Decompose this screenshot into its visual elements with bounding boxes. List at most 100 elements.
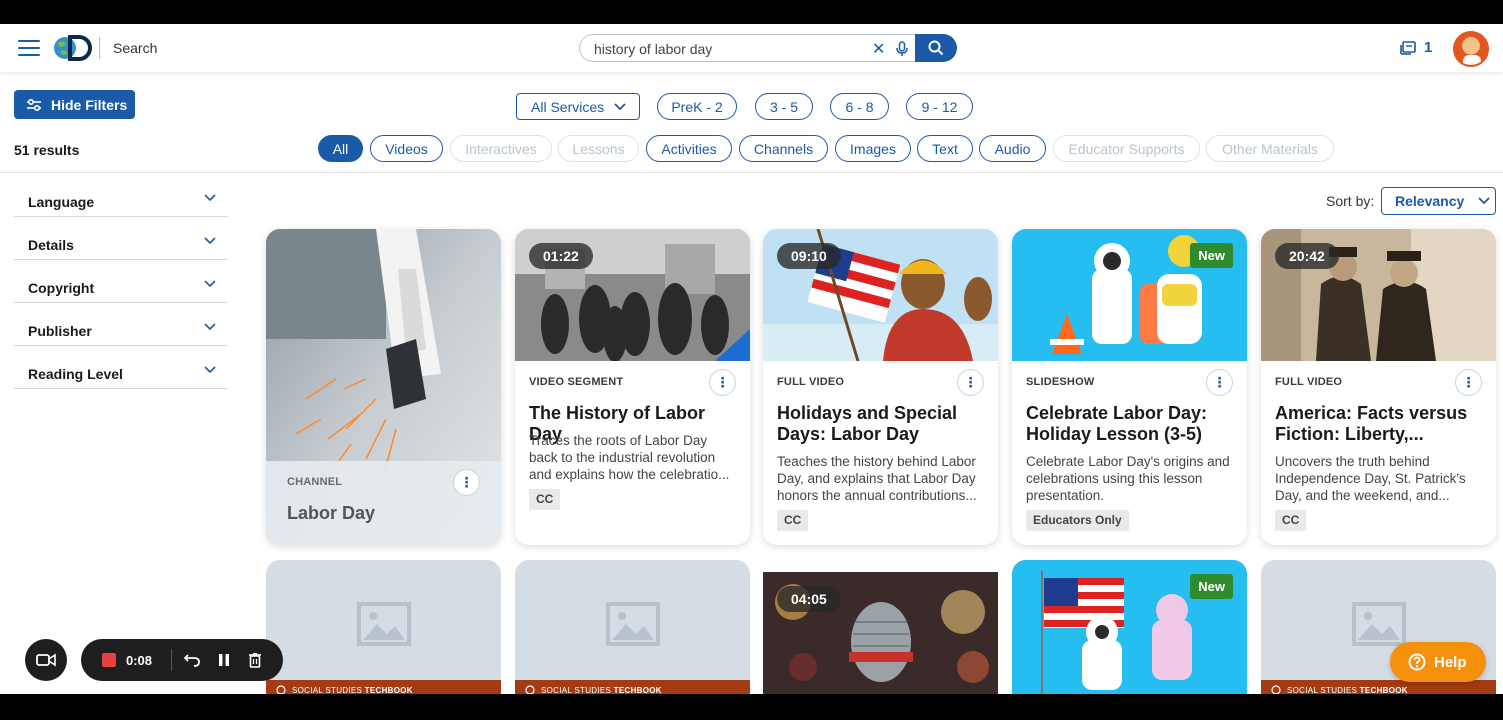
card-title[interactable]: Labor Day [287,503,497,524]
more-options-button[interactable]: ⋮ [709,369,736,396]
header-divider [99,37,100,59]
type-tab-other-materials: Other Materials [1206,135,1334,162]
type-tab-audio[interactable]: Audio [979,135,1046,162]
card-type: FULL VIDEO [1275,376,1343,388]
more-options-button[interactable]: ⋮ [957,369,984,396]
result-card-slideshow[interactable]: New SLIDESHOW ⋮ Celebrate Labor Day: Hol… [1012,229,1247,545]
chevron-down-icon [204,194,216,202]
type-tab-images[interactable]: Images [835,135,911,162]
type-tab-all[interactable]: All [318,135,363,162]
assignment-icon [1400,40,1416,55]
facet-publisher[interactable]: Publisher [14,303,228,346]
video-duration: 04:05 [777,586,841,612]
sliders-icon [27,98,41,111]
closed-captions-tag: CC [529,489,561,510]
card-title[interactable]: Celebrate Labor Day: Holiday Lesson (3-5… [1026,403,1236,445]
app-window: Search history of labor day ✕ 1 Hide Fil… [0,24,1503,694]
grade-filter-prek-2[interactable]: PreK - 2 [657,93,737,120]
type-tab-videos[interactable]: Videos [370,135,443,162]
closed-captions-tag: CC [1275,510,1307,531]
help-label: Help [1434,653,1467,671]
grade-filter-9-12[interactable]: 9 - 12 [906,93,973,120]
result-card-video-segment[interactable]: 01:22 VIDEO SEGMENT ⋮ The History of Lab… [515,229,750,545]
audience-tag: Educators Only [1026,510,1129,531]
facet-copyright[interactable]: Copyright [14,260,228,303]
techbook-label: SOCIAL STUDIES TECHBOOK [292,685,413,695]
card-thumbnail: 01:22 [515,229,750,361]
result-card-full-video-2[interactable]: 20:42 FULL VIDEO ⋮ America: Facts versus… [1261,229,1496,545]
search-input[interactable]: history of labor day ✕ [579,34,915,62]
notification-count: 1 [1424,39,1433,56]
sort-by-label: Sort by: [1326,193,1375,209]
more-options-button[interactable]: ⋮ [1206,369,1233,396]
card-type: VIDEO SEGMENT [529,376,624,388]
hide-filters-button[interactable]: Hide Filters [14,90,135,119]
services-label: All Services [531,98,605,115]
grade-filter-6-8[interactable]: 6 - 8 [830,93,889,120]
facet-label: Reading Level [28,366,123,382]
microphone-icon[interactable] [895,41,909,57]
closed-captions-tag: CC [777,510,809,531]
search-button[interactable] [915,34,957,62]
stop-recording-button[interactable] [102,653,116,667]
chevron-down-icon [204,280,216,288]
clear-icon[interactable]: ✕ [872,39,885,59]
card-description: Uncovers the truth behind Independence D… [1275,454,1466,503]
user-avatar[interactable] [1453,31,1489,67]
undo-icon[interactable] [184,653,200,667]
facet-reading-level[interactable]: Reading Level [14,346,228,389]
type-tab-educator-supports: Educator Supports [1053,135,1200,162]
question-icon [1408,653,1426,671]
grade-filter-3-5[interactable]: 3 - 5 [755,93,813,120]
result-card-techbook-1[interactable]: SOCIAL STUDIES TECHBOOK [266,560,501,694]
sort-select[interactable]: Relevancy [1381,187,1496,215]
image-placeholder-icon [1352,602,1406,646]
techbook-label: SOCIAL STUDIES TECHBOOK [1287,685,1408,695]
result-card-audio[interactable]: 04:05 [763,572,998,694]
facet-label: Details [28,237,74,253]
help-button[interactable]: Help [1390,642,1486,682]
result-card-channel[interactable]: CHANNEL ⋮ Labor Day [266,229,501,545]
more-options-button[interactable]: ⋮ [1455,369,1482,396]
type-tab-interactives: Interactives [450,135,552,162]
result-card-new-slideshow[interactable]: New [1012,560,1247,694]
discovery-logo[interactable] [52,34,92,62]
menu-icon[interactable] [18,40,40,56]
camera-toggle-button[interactable] [25,639,67,681]
services-select[interactable]: All Services [516,93,640,120]
card-title[interactable]: America: Facts versus Fiction: Liberty,.… [1275,403,1485,445]
search-query[interactable]: history of labor day [594,41,712,57]
card-thumbnail: 20:42 [1261,229,1496,361]
type-tab-lessons: Lessons [558,135,639,162]
results-count: 51 results [14,142,80,158]
card-type: FULL VIDEO [777,376,845,388]
card-title[interactable]: Holidays and Special Days: Labor Day [777,403,987,445]
techbook-logo-icon [1271,685,1281,694]
video-duration: 09:10 [777,243,841,269]
assignments-notification[interactable]: 1 [1400,39,1432,56]
new-badge: New [1190,243,1233,268]
chevron-down-icon [204,323,216,331]
trash-icon[interactable] [248,652,262,668]
pause-icon[interactable] [218,653,230,667]
header-search-label: Search [113,40,158,56]
chevron-down-icon [1478,197,1490,205]
card-type: CHANNEL [287,476,343,488]
facet-details[interactable]: Details [14,217,228,260]
more-options-button[interactable]: ⋮ [453,469,480,496]
card-description: Traces the roots of Labor Day back to th… [529,433,730,482]
type-tab-text[interactable]: Text [917,135,973,162]
result-card-techbook-2[interactable]: SOCIAL STUDIES TECHBOOK [515,560,750,694]
bottom-black-band [0,694,1503,720]
facet-language[interactable]: Language [14,174,228,217]
recording-controls: 0:08 [81,639,283,681]
card-thumbnail: New [1012,229,1247,361]
techbook-banner: SOCIAL STUDIES TECHBOOK [515,680,750,694]
techbook-label: SOCIAL STUDIES TECHBOOK [541,685,662,695]
channel-info: CHANNEL ⋮ Labor Day [266,461,501,545]
type-tab-channels[interactable]: Channels [739,135,828,162]
result-card-full-video[interactable]: 09:10 FULL VIDEO ⋮ Holidays and Special … [763,229,998,545]
video-duration: 01:22 [529,243,593,269]
image-placeholder-icon [357,602,411,646]
type-tab-activities[interactable]: Activities [646,135,732,162]
